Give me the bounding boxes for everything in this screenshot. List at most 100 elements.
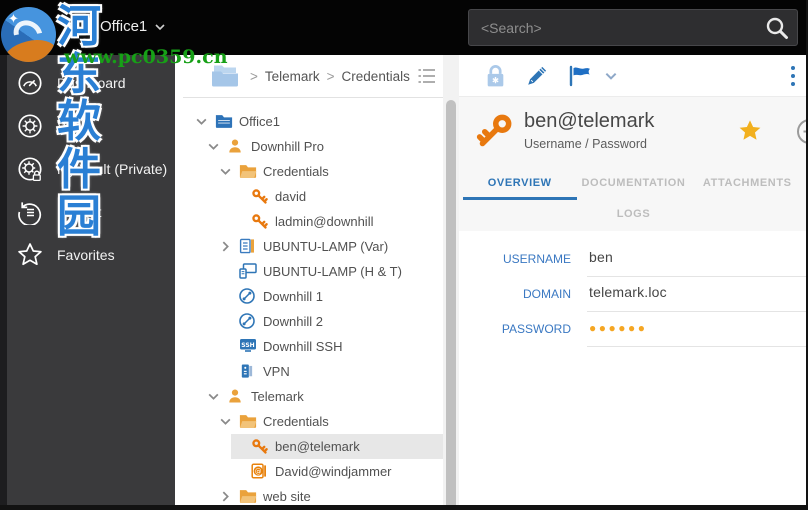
tree-item[interactable]: david bbox=[231, 184, 443, 209]
tree-item[interactable]: ben@telemark bbox=[231, 434, 443, 459]
field-label: DOMAIN bbox=[523, 287, 571, 301]
key-icon bbox=[251, 438, 269, 455]
scrollbar-thumb[interactable] bbox=[446, 100, 456, 510]
tree-item-label: UBUNTU-LAMP (Var) bbox=[263, 239, 389, 254]
tree-item[interactable]: ladmin@downhill bbox=[231, 209, 443, 234]
chevron-right-icon[interactable] bbox=[219, 240, 233, 254]
favorite-star-icon[interactable] bbox=[738, 119, 762, 142]
tree-scrollbar[interactable] bbox=[443, 55, 459, 510]
entry-title: ben@telemark bbox=[524, 110, 655, 132]
remote-icon bbox=[239, 288, 257, 305]
recent-icon bbox=[17, 199, 43, 225]
tree-item[interactable]: Office1 bbox=[195, 109, 443, 134]
tree-item[interactable]: Downhill Pro bbox=[207, 134, 443, 159]
field-row: USERNAME ben bbox=[459, 242, 808, 277]
search-icon[interactable] bbox=[764, 15, 790, 41]
chevron-down-icon[interactable] bbox=[604, 69, 618, 83]
tree-item-label: David@windjammer bbox=[275, 464, 392, 479]
search-input[interactable] bbox=[469, 19, 764, 36]
breadcrumb-separator: > bbox=[326, 68, 335, 84]
tree-item[interactable]: UBUNTU-LAMP (H & T) bbox=[219, 259, 443, 284]
sidebar: Dashboard Vaults My Vault (Private) Recent F… bbox=[0, 55, 175, 510]
credential-tree: Office1 Downhill Pro Credentials david ladmi… bbox=[175, 98, 443, 509]
kebab-menu-icon[interactable] bbox=[790, 64, 796, 88]
breadcrumb: > Telemark > Credentials bbox=[183, 55, 443, 98]
folders-icon[interactable] bbox=[210, 64, 240, 88]
tree-item[interactable]: UBUNTU-LAMP (Var) bbox=[219, 234, 443, 259]
flag-icon[interactable] bbox=[568, 65, 595, 87]
tree-item-label: Credentials bbox=[263, 164, 329, 179]
entry-tabs: OVERVIEW DOCUMENTATION ATTACHMENTS LOGS bbox=[459, 169, 808, 231]
tab-logs[interactable]: LOGS bbox=[577, 200, 691, 231]
field-value[interactable]: ben bbox=[587, 242, 808, 277]
edit-pencil-icon[interactable] bbox=[525, 64, 549, 88]
private-vault-icon bbox=[17, 156, 43, 182]
sidebar-item-label: Recent bbox=[57, 203, 102, 220]
chevron-right-icon[interactable] bbox=[219, 490, 233, 504]
sidebar-item-vaults[interactable]: Vaults bbox=[0, 104, 175, 147]
field-row: DOMAIN telemark.loc bbox=[459, 277, 808, 312]
sidebar-item-label: Vaults bbox=[57, 117, 95, 134]
user-icon bbox=[227, 138, 245, 155]
ssh-icon: SSH bbox=[239, 338, 257, 355]
chevron-down-icon[interactable] bbox=[219, 415, 233, 429]
sidebar-item-my-vault-private[interactable]: My Vault (Private) bbox=[0, 147, 175, 190]
tree-item-label: Office1 bbox=[239, 114, 280, 129]
sidebar-item-label: My Vault (Private) bbox=[57, 160, 168, 177]
entry-panel: ben@telemark Username / Password OVERVIE… bbox=[459, 55, 808, 510]
vpn-icon bbox=[239, 363, 257, 380]
sidebar-item-label: Favorites bbox=[57, 246, 115, 263]
org-selector[interactable]: Office1 bbox=[76, 17, 166, 36]
tree-item-label: Downhill 1 bbox=[263, 289, 323, 304]
tree-item-label: david bbox=[275, 189, 307, 204]
tab-attachments[interactable]: ATTACHMENTS bbox=[690, 169, 804, 200]
tree-item[interactable]: Credentials bbox=[219, 159, 443, 184]
chevron-down-icon[interactable] bbox=[207, 140, 221, 154]
vault-icon bbox=[17, 113, 43, 139]
tree-item[interactable]: Telemark bbox=[207, 384, 443, 409]
tree-item[interactable]: @ David@windjammer bbox=[231, 459, 443, 484]
tree-item-label: Downhill 2 bbox=[263, 314, 323, 329]
star-outline-icon bbox=[17, 242, 43, 268]
user-icon bbox=[227, 388, 245, 405]
sidebar-item-dashboard[interactable]: Dashboard bbox=[0, 61, 175, 104]
top-bar: Office1 bbox=[0, 0, 808, 55]
key-icon bbox=[476, 114, 512, 147]
breadcrumb-separator: > bbox=[250, 68, 258, 84]
tree-item-label: Downhill Pro bbox=[251, 139, 324, 154]
sidebar-item-favorites[interactable]: Favorites bbox=[0, 233, 175, 276]
tree-item-label: Downhill SSH bbox=[263, 339, 343, 354]
svg-text:SSH: SSH bbox=[241, 342, 254, 349]
tab-overview[interactable]: OVERVIEW bbox=[462, 169, 577, 200]
tree-item[interactable]: SSH Downhill SSH bbox=[219, 334, 443, 359]
window-border-bottom bbox=[0, 505, 808, 510]
tree-item[interactable]: Downhill 2 bbox=[219, 309, 443, 334]
web-cred-icon: @ bbox=[251, 463, 269, 480]
field-row: PASSWORD ●●●●●● bbox=[459, 312, 808, 347]
chevron-down-icon[interactable] bbox=[195, 115, 209, 129]
sidebar-item-label: Dashboard bbox=[57, 74, 126, 91]
lock-icon[interactable] bbox=[485, 64, 506, 88]
breadcrumb-item[interactable]: Telemark bbox=[265, 69, 320, 84]
folder-orange-icon bbox=[239, 413, 257, 430]
chevron-down-icon bbox=[155, 23, 165, 30]
tree-item[interactable]: VPN bbox=[219, 359, 443, 384]
sidebar-item-recent[interactable]: Recent bbox=[0, 190, 175, 233]
field-value[interactable]: ●●●●●● bbox=[587, 312, 808, 347]
field-value[interactable]: telemark.loc bbox=[587, 277, 808, 312]
tree-item-label: ladmin@downhill bbox=[275, 214, 374, 229]
chevron-down-icon[interactable] bbox=[207, 390, 221, 404]
tree-item[interactable]: Credentials bbox=[219, 409, 443, 434]
entry-header: ben@telemark Username / Password OVERVIE… bbox=[459, 97, 808, 231]
chevron-down-icon[interactable] bbox=[219, 165, 233, 179]
tree-item-label: Credentials bbox=[263, 414, 329, 429]
key-icon bbox=[251, 213, 269, 230]
breadcrumb-item[interactable]: Credentials bbox=[342, 69, 410, 84]
tree-item[interactable]: Downhill 1 bbox=[219, 284, 443, 309]
list-view-icon[interactable] bbox=[417, 67, 437, 85]
tab-documentation[interactable]: DOCUMENTATION bbox=[577, 169, 691, 200]
app-window: Office1 Dashboard Vaults My Vault (Private… bbox=[0, 0, 808, 510]
list-doc-icon bbox=[239, 238, 257, 255]
